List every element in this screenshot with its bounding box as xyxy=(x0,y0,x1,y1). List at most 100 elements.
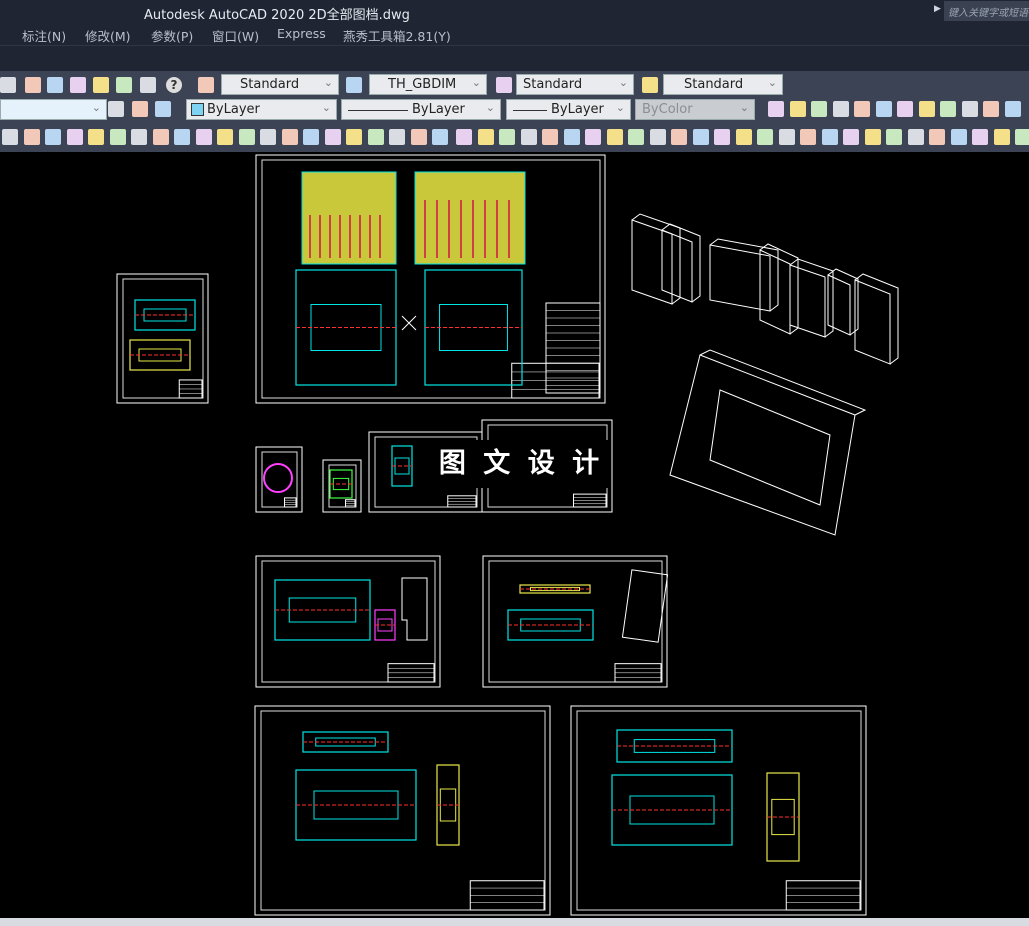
menu-dimension[interactable]: 标注(N) xyxy=(22,26,66,45)
tool-icon[interactable] xyxy=(346,77,362,93)
drawing-canvas[interactable] xyxy=(0,152,1029,918)
tool-icon[interactable] xyxy=(628,129,644,145)
tool-icon[interactable] xyxy=(994,129,1010,145)
tool-icon[interactable] xyxy=(88,129,104,145)
table-style-dropdown[interactable]: Standard ⌄ xyxy=(516,74,634,95)
menu-window[interactable]: 窗口(W) xyxy=(212,26,259,45)
tool-icon[interactable] xyxy=(876,101,892,117)
tool-icon[interactable] xyxy=(865,129,881,145)
tool-icon[interactable] xyxy=(303,129,319,145)
tool-icon[interactable] xyxy=(456,129,472,145)
tool-icon[interactable] xyxy=(585,129,601,145)
tool-icon[interactable] xyxy=(496,77,512,93)
tool-icon[interactable] xyxy=(736,129,752,145)
sheet-border xyxy=(260,710,546,911)
tool-icon[interactable] xyxy=(768,101,784,117)
tool-icon[interactable] xyxy=(239,129,255,145)
search-input[interactable]: 键入关键字或短语 xyxy=(944,1,1029,21)
tool-icon[interactable] xyxy=(951,129,967,145)
linetype-dropdown[interactable]: ByLayer ⌄ xyxy=(341,99,501,120)
tool-icon[interactable] xyxy=(714,129,730,145)
tool-icon[interactable] xyxy=(564,129,580,145)
multileader-style-dropdown[interactable]: Standard ⌄ xyxy=(663,74,783,95)
tool-icon[interactable] xyxy=(346,129,362,145)
tool-icon[interactable] xyxy=(650,129,666,145)
drawing-sheet xyxy=(254,705,551,916)
tool-icon[interactable] xyxy=(174,129,190,145)
tool-icon[interactable] xyxy=(1005,101,1021,117)
model-space[interactable] xyxy=(0,152,1029,918)
tool-icon[interactable] xyxy=(47,77,63,93)
tool-icon[interactable] xyxy=(432,129,448,145)
exploded-3d-part xyxy=(709,238,779,312)
tool-icon[interactable] xyxy=(0,77,16,93)
tool-icon[interactable] xyxy=(542,129,558,145)
tool-icon[interactable] xyxy=(93,77,109,93)
tool-icon[interactable] xyxy=(908,129,924,145)
tool-icon[interactable] xyxy=(929,129,945,145)
lineweight-dropdown[interactable]: ByLayer ⌄ xyxy=(506,99,631,120)
tool-icon[interactable] xyxy=(389,129,405,145)
tool-icon[interactable] xyxy=(131,129,147,145)
tool-icon[interactable] xyxy=(116,77,132,93)
tool-icon[interactable] xyxy=(854,101,870,117)
search-expand-icon[interactable]: ▶ xyxy=(934,4,941,14)
assembled-3d-mold xyxy=(669,349,867,536)
part-detail xyxy=(439,788,457,822)
tool-icon[interactable] xyxy=(108,101,124,117)
tool-icon[interactable] xyxy=(217,129,233,145)
tool-icon[interactable] xyxy=(478,129,494,145)
tool-icon[interactable] xyxy=(325,129,341,145)
text-style-dropdown[interactable]: Standard ⌄ xyxy=(221,74,339,95)
tool-icon[interactable] xyxy=(153,129,169,145)
tool-icon[interactable] xyxy=(45,129,61,145)
tool-icon[interactable] xyxy=(779,129,795,145)
tool-icon[interactable] xyxy=(607,129,623,145)
tool-icon[interactable] xyxy=(962,101,978,117)
drawing-sheet xyxy=(116,273,209,404)
tool-icon[interactable] xyxy=(983,101,999,117)
tool-icon[interactable] xyxy=(671,129,687,145)
tool-icon[interactable] xyxy=(411,129,427,145)
tool-icon[interactable] xyxy=(260,129,276,145)
tool-icon[interactable] xyxy=(833,101,849,117)
tool-icon[interactable] xyxy=(919,101,935,117)
tool-icon[interactable] xyxy=(757,129,773,145)
tool-icon[interactable] xyxy=(24,129,40,145)
tool-icon[interactable] xyxy=(282,129,298,145)
tool-icon[interactable] xyxy=(2,129,18,145)
tool-icon[interactable] xyxy=(368,129,384,145)
tool-icon[interactable] xyxy=(811,101,827,117)
tool-icon[interactable] xyxy=(886,129,902,145)
color-dropdown[interactable]: ByLayer ⌄ xyxy=(186,99,337,120)
tool-icon[interactable] xyxy=(110,129,126,145)
tool-icon[interactable] xyxy=(132,101,148,117)
menu-express[interactable]: Express xyxy=(277,26,326,41)
tool-icon[interactable] xyxy=(940,101,956,117)
tool-icon[interactable] xyxy=(800,129,816,145)
tool-icon[interactable] xyxy=(198,77,214,93)
tool-icon[interactable] xyxy=(499,129,515,145)
tool-icon[interactable] xyxy=(196,129,212,145)
tool-icon[interactable] xyxy=(70,77,86,93)
tool-icon[interactable] xyxy=(822,129,838,145)
plot-style-dropdown[interactable]: ByColor ⌄ xyxy=(635,99,755,120)
tool-icon[interactable] xyxy=(790,101,806,117)
dim-style-dropdown[interactable]: TH_GBDIM ⌄ xyxy=(369,74,487,95)
tool-icon[interactable] xyxy=(67,129,83,145)
tool-icon[interactable] xyxy=(25,77,41,93)
tool-icon[interactable] xyxy=(1015,129,1029,145)
menu-modify[interactable]: 修改(M) xyxy=(85,26,131,45)
tool-icon[interactable] xyxy=(521,129,537,145)
layer-dropdown[interactable]: ⌄ xyxy=(0,99,107,120)
menu-parametric[interactable]: 参数(P) xyxy=(151,26,193,45)
help-icon[interactable]: ? xyxy=(166,77,182,93)
menu-yanxiu-toolbox[interactable]: 燕秀工具箱2.81(Y) xyxy=(343,26,451,45)
tool-icon[interactable] xyxy=(642,77,658,93)
tool-icon[interactable] xyxy=(843,129,859,145)
tool-icon[interactable] xyxy=(140,77,156,93)
tool-icon[interactable] xyxy=(693,129,709,145)
tool-icon[interactable] xyxy=(155,101,171,117)
tool-icon[interactable] xyxy=(972,129,988,145)
tool-icon[interactable] xyxy=(897,101,913,117)
